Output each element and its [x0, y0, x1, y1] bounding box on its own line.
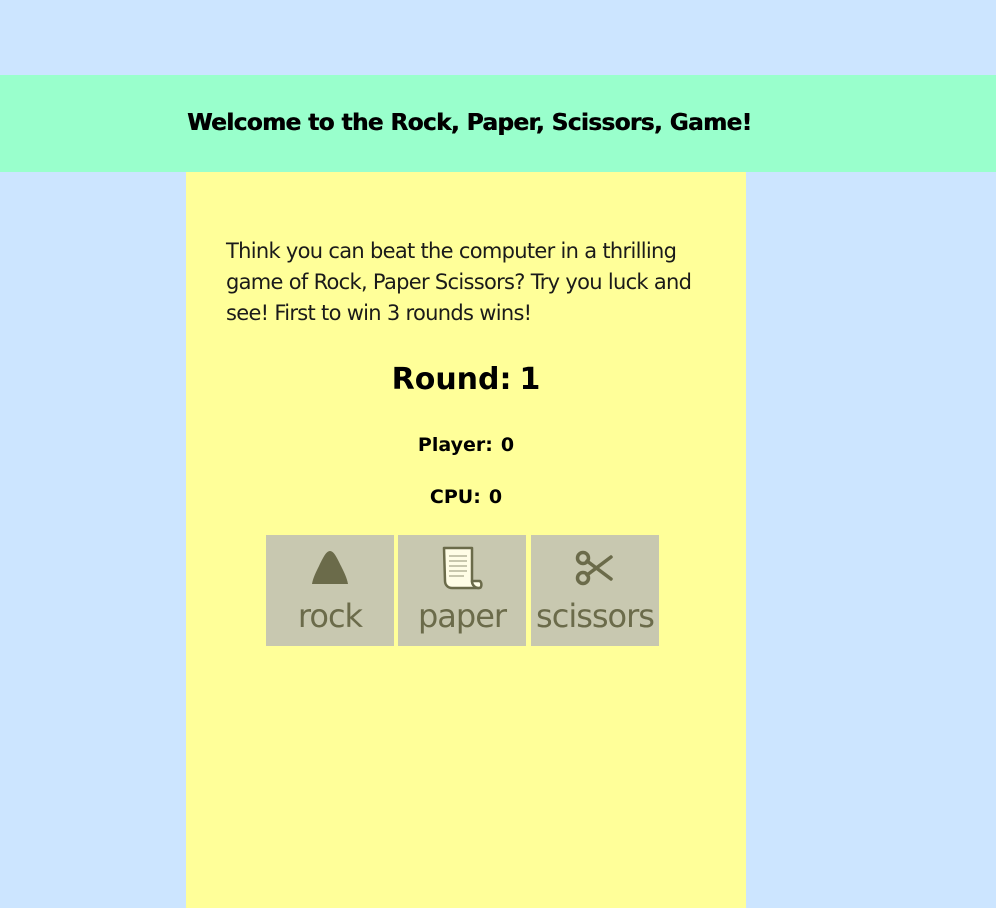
- cpu-score-label: CPU:: [429, 486, 481, 508]
- game-panel: Think you can beat the computer in a thr…: [186, 172, 746, 908]
- round-label: Round:: [391, 362, 512, 397]
- page-title: Welcome to the Rock, Paper, Scissors, Ga…: [187, 110, 752, 136]
- cpu-score: CPU: 0: [186, 486, 746, 508]
- rock-icon: [266, 545, 394, 591]
- player-score: Player: 0: [186, 434, 746, 456]
- rock-button[interactable]: rock: [266, 535, 394, 646]
- player-score-label: Player:: [417, 434, 493, 456]
- choice-buttons: rock paper scissors: [266, 535, 666, 646]
- round-value: 1: [519, 362, 541, 397]
- cpu-score-value: 0: [488, 486, 503, 508]
- scissors-label: scissors: [536, 597, 655, 635]
- intro-text: Think you can beat the computer in a thr…: [226, 239, 692, 325]
- scissors-button[interactable]: scissors: [531, 535, 659, 646]
- round-indicator: Round: 1: [186, 362, 746, 397]
- rock-label: rock: [297, 597, 363, 635]
- paper-label: paper: [417, 597, 507, 635]
- player-score-value: 0: [500, 434, 515, 456]
- paper-icon: [398, 545, 526, 591]
- paper-button[interactable]: paper: [398, 535, 526, 646]
- scissors-icon: [531, 545, 659, 591]
